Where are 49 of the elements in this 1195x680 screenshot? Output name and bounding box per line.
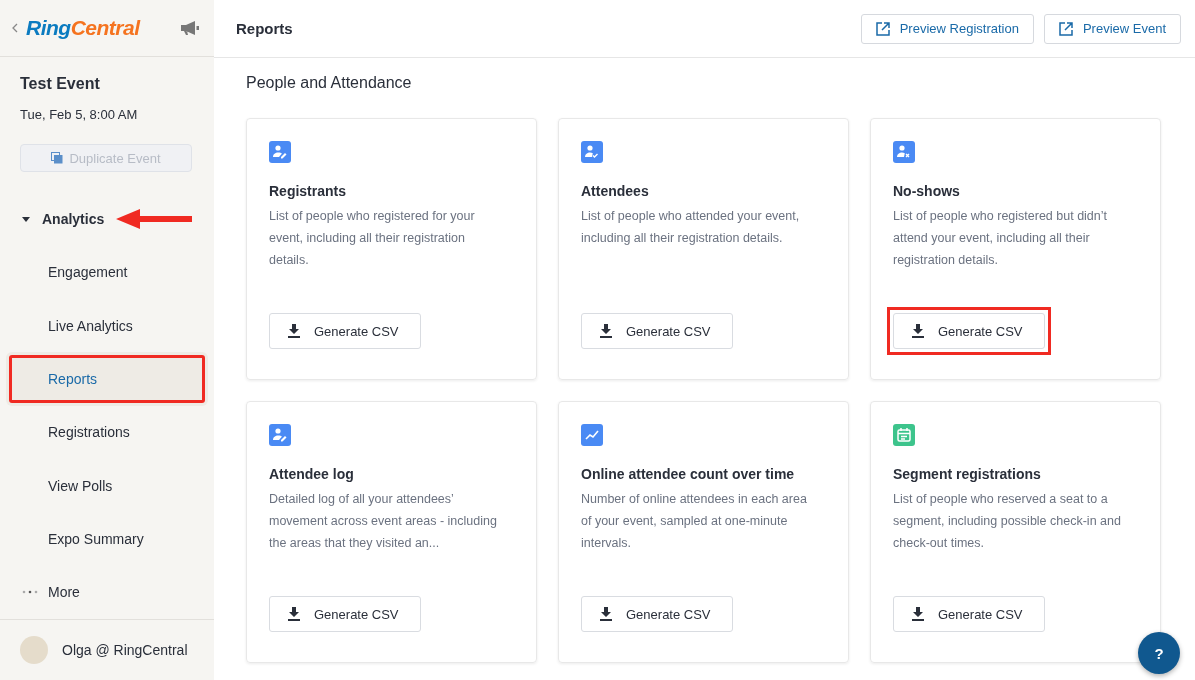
card-title: Segment registrations: [893, 466, 1042, 482]
nav-item[interactable]: Live Analytics: [6, 298, 208, 353]
nav-item[interactable]: Engagement: [6, 245, 208, 299]
event-title: Test Event: [20, 75, 101, 94]
generate-csv-button[interactable]: Generate CSV: [269, 313, 421, 349]
download-icon: [912, 607, 924, 621]
card-description: Detailed log of all your attendees’ movement across event areas - including the areas that they visited an...: [269, 491, 498, 552]
card-description: Number of online attendees in each area of your event, sampled at one-minute intervals.: [581, 491, 808, 552]
nav-group-label[interactable]: Analytics: [42, 210, 105, 227]
more-link[interactable]: More: [48, 584, 80, 601]
avatar: [20, 635, 48, 664]
card-description: List of people who registered for your event, including all their registration details.: [269, 208, 476, 269]
card-description: List of people who attended your event, including all their registration details.: [581, 208, 801, 247]
page-title: Reports: [236, 20, 294, 37]
card-title: Attendees: [581, 183, 650, 199]
generate-csv-button[interactable]: Generate CSV: [581, 313, 733, 349]
download-icon: [912, 324, 924, 338]
download-icon: [600, 324, 612, 338]
download-icon: [288, 324, 300, 338]
external-link-icon: [1058, 21, 1073, 36]
nav-item[interactable]: View Polls: [6, 458, 208, 513]
preview-button[interactable]: Preview Registration: [860, 13, 1034, 44]
card-description: List of people who reserved a seat to a segment, including possible check-in and check-out times.: [893, 491, 1122, 552]
external-link-icon: [875, 21, 890, 36]
nav-item[interactable]: Reports: [6, 352, 208, 406]
megaphone-icon[interactable]: [180, 20, 200, 37]
card-title: Online attendee count over time: [581, 466, 796, 482]
card-title: Registrants: [269, 183, 348, 199]
nav-item[interactable]: Expo Summary: [6, 512, 208, 566]
section-title: People and Attendance: [246, 74, 413, 92]
card-title: No-shows: [893, 183, 961, 199]
generate-csv-button[interactable]: Generate CSV: [581, 596, 733, 632]
download-icon: [600, 607, 612, 621]
copy-icon: [51, 152, 64, 165]
nav-item[interactable]: Registrations: [6, 405, 208, 459]
caret-icon[interactable]: [22, 214, 30, 223]
preview-button[interactable]: Preview Event: [1043, 13, 1181, 44]
card-title: Attendee log: [269, 466, 355, 482]
back-chevron-icon[interactable]: [12, 23, 18, 34]
logo: RingCentral: [26, 16, 142, 41]
generate-csv-button[interactable]: Generate CSV: [269, 596, 421, 632]
download-icon: [288, 607, 300, 621]
help-button[interactable]: ?: [1138, 632, 1180, 674]
more-dots-icon: [22, 590, 38, 595]
card-description: List of people who registered but didn’t attend your event, including all their registration details.: [893, 208, 1109, 269]
generate-csv-button[interactable]: Generate CSV: [893, 596, 1045, 632]
event-date: Tue, Feb 5, 8:00 AM: [20, 107, 139, 123]
user-name[interactable]: Olga @ RingCentral: [62, 641, 188, 658]
generate-csv-button[interactable]: Generate CSV: [893, 313, 1045, 349]
